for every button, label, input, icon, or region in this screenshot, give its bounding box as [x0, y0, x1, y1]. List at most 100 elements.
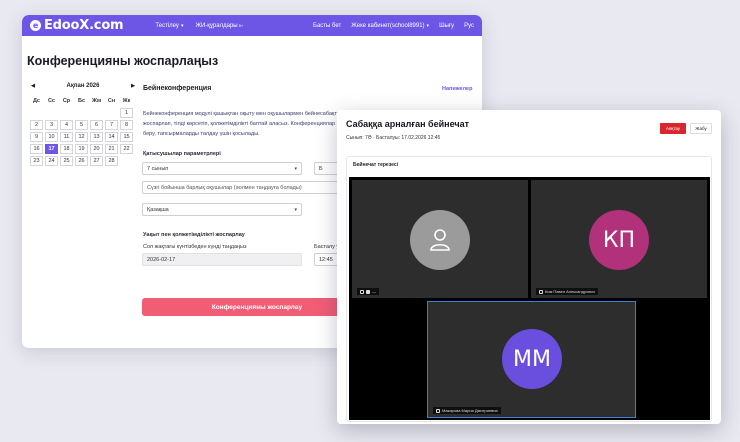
- subject-select[interactable]: Қазақша ▾: [142, 203, 302, 216]
- grade-select-value: 7 сынып: [147, 165, 169, 172]
- calendar-header: ◀ Ақпан 2026 ▶: [29, 81, 137, 91]
- date-field[interactable]: 2026-02-17: [142, 253, 302, 266]
- weekday-label: Бс: [77, 98, 85, 104]
- calendar-day[interactable]: 15: [120, 132, 133, 142]
- tile-name-label: —: [357, 288, 379, 295]
- video-tile[interactable]: —: [352, 180, 528, 298]
- calendar-day[interactable]: 22: [120, 144, 133, 154]
- video-chat-window: Сабаққа арналған бейнечат Сынып: 7Ә · Ба…: [337, 110, 721, 424]
- end-call-button[interactable]: Аяқтау: [660, 123, 686, 134]
- calendar-day-selected[interactable]: 17: [45, 144, 58, 154]
- user-icon: [430, 229, 450, 251]
- nav-ai-tools[interactable]: ЖИ-құралдары 5+: [195, 23, 243, 29]
- calendar-day[interactable]: 25: [60, 156, 73, 166]
- settings-link[interactable]: Напижелер: [442, 86, 472, 92]
- nav-language[interactable]: Рус: [464, 23, 474, 29]
- calendar-empty-cell: [90, 108, 103, 118]
- video-tile[interactable]: КП Ким Павел Александрович: [531, 180, 707, 298]
- calendar-day[interactable]: 14: [105, 132, 118, 142]
- logo-mark-icon: e: [30, 20, 41, 31]
- calendar-empty-cell: [30, 108, 43, 118]
- calendar-day[interactable]: 10: [45, 132, 58, 142]
- tile-name-label: Макарова Мария Дмитриевна: [433, 407, 501, 414]
- calendar-day[interactable]: 27: [90, 156, 103, 166]
- page-title: Конференцияны жоспарлаңыз: [27, 54, 219, 68]
- calendar-day[interactable]: 13: [90, 132, 103, 142]
- initials-avatar: ММ: [502, 329, 562, 389]
- weekday-label: Сс: [48, 98, 55, 104]
- calendar-empty-cell: [45, 108, 58, 118]
- nav-right-group: Басты бет Жеке кабинет(school8991) ▾ Шығ…: [303, 23, 474, 29]
- chevron-down-icon: ▾: [294, 165, 297, 172]
- calendar-day[interactable]: 20: [90, 144, 103, 154]
- nav-home[interactable]: Басты бет: [313, 23, 341, 29]
- calendar-day[interactable]: 12: [75, 132, 88, 142]
- calendar-empty-cell: [60, 108, 73, 118]
- nav-account[interactable]: Жеке кабинет(school8991) ▾: [351, 23, 429, 29]
- section-title: Бейнеконференция: [143, 85, 212, 92]
- nav-logout-label: Шығу: [439, 22, 455, 29]
- calendar-day[interactable]: 8: [120, 120, 133, 130]
- students-filter-text: Сүзгі бойынша барлық оқушылар (әолмен та…: [147, 184, 302, 191]
- tile-name-text: Макарова Мария Дмитриевна: [442, 408, 498, 413]
- video-chat-meta: Сынып: 7Ә · Басталуы: 17.02.2026 12:45: [346, 135, 441, 141]
- calendar-day[interactable]: 5: [75, 120, 88, 130]
- grade-select[interactable]: 7 сынып ▾: [142, 162, 302, 175]
- calendar-day[interactable]: 19: [75, 144, 88, 154]
- nav-account-label: Жеке кабинет(school8991): [351, 22, 425, 29]
- mic-icon: [436, 408, 440, 413]
- calendar-day[interactable]: 1: [120, 108, 133, 118]
- weekday-label: Дс: [33, 98, 40, 104]
- close-button[interactable]: Жабу: [690, 123, 712, 134]
- mic-icon: [539, 289, 543, 294]
- calendar-day[interactable]: 24: [45, 156, 58, 166]
- calendar: ◀ Ақпан 2026 ▶ Дс Сс Ср Бс Жм Сн Жк 1 2 3 4 5 6 7 8 9 10…: [29, 81, 137, 167]
- calendar-empty-cell: [120, 156, 133, 166]
- video-card-title: Бейнечат терезесі: [353, 162, 399, 168]
- description-text: Бейнеконференция модулі қашықтан оқыту м…: [143, 111, 352, 137]
- weekday-label: Ср: [62, 98, 71, 104]
- calendar-day[interactable]: 16: [30, 144, 43, 154]
- chevron-down-icon: ▾: [180, 22, 184, 29]
- time-section-label: Уақыт пен қолжетімділікті жоспарлау: [143, 232, 245, 238]
- camera-icon: [366, 289, 370, 294]
- next-month-icon[interactable]: ▶: [129, 83, 137, 89]
- calendar-month-label: Ақпан 2026: [66, 83, 100, 89]
- weekday-label: Жк: [122, 98, 131, 104]
- nav-testing[interactable]: Тестілеу ▾: [155, 23, 183, 29]
- user-avatar: [410, 210, 470, 270]
- calendar-empty-cell: [75, 108, 88, 118]
- calendar-day[interactable]: 11: [60, 132, 73, 142]
- calendar-day[interactable]: 7: [105, 120, 118, 130]
- video-card: Бейнечат терезесі — КП Ким Павел Алексан…: [346, 156, 712, 422]
- nav-ai-tools-label: ЖИ-құралдары: [195, 22, 238, 29]
- nav-testing-label: Тестілеу: [155, 22, 179, 29]
- letter-select-value: Б: [319, 165, 323, 172]
- subject-select-value: Қазақша: [147, 206, 169, 213]
- nav-language-label: Рус: [464, 22, 474, 29]
- top-navbar: e EdooX.com Тестілеу ▾ ЖИ-құралдары 5+ Б…: [22, 15, 482, 36]
- nav-logout[interactable]: Шығу: [439, 23, 454, 29]
- calendar-day[interactable]: 23: [30, 156, 43, 166]
- video-tile-active[interactable]: ММ Макарова Мария Дмитриевна: [427, 301, 636, 418]
- calendar-day[interactable]: 26: [75, 156, 88, 166]
- calendar-day[interactable]: 2: [30, 120, 43, 130]
- calendar-day[interactable]: 4: [60, 120, 73, 130]
- prev-month-icon[interactable]: ◀: [29, 83, 37, 89]
- tile-name-text: Ким Павел Александрович: [545, 289, 595, 294]
- chevron-down-icon: ▾: [426, 22, 430, 29]
- date-field-value: 2026-02-17: [147, 256, 176, 263]
- participants-label: Қатысушылар параметрлері: [143, 151, 221, 157]
- start-label: Басталу у: [314, 244, 340, 250]
- calendar-day[interactable]: 28: [105, 156, 118, 166]
- tile-name-label: Ким Павел Александрович: [536, 288, 598, 295]
- calendar-day[interactable]: 18: [60, 144, 73, 154]
- calendar-day[interactable]: 3: [45, 120, 58, 130]
- date-label: Сол жақтағы күнтізбеден күнді таңдаңыз: [143, 244, 247, 250]
- logo[interactable]: e EdooX.com: [30, 18, 124, 33]
- calendar-day[interactable]: 21: [105, 144, 118, 154]
- calendar-empty-cell: [105, 108, 118, 118]
- weekday-label: Сн: [107, 98, 116, 104]
- calendar-day[interactable]: 9: [30, 132, 43, 142]
- calendar-day[interactable]: 6: [90, 120, 103, 130]
